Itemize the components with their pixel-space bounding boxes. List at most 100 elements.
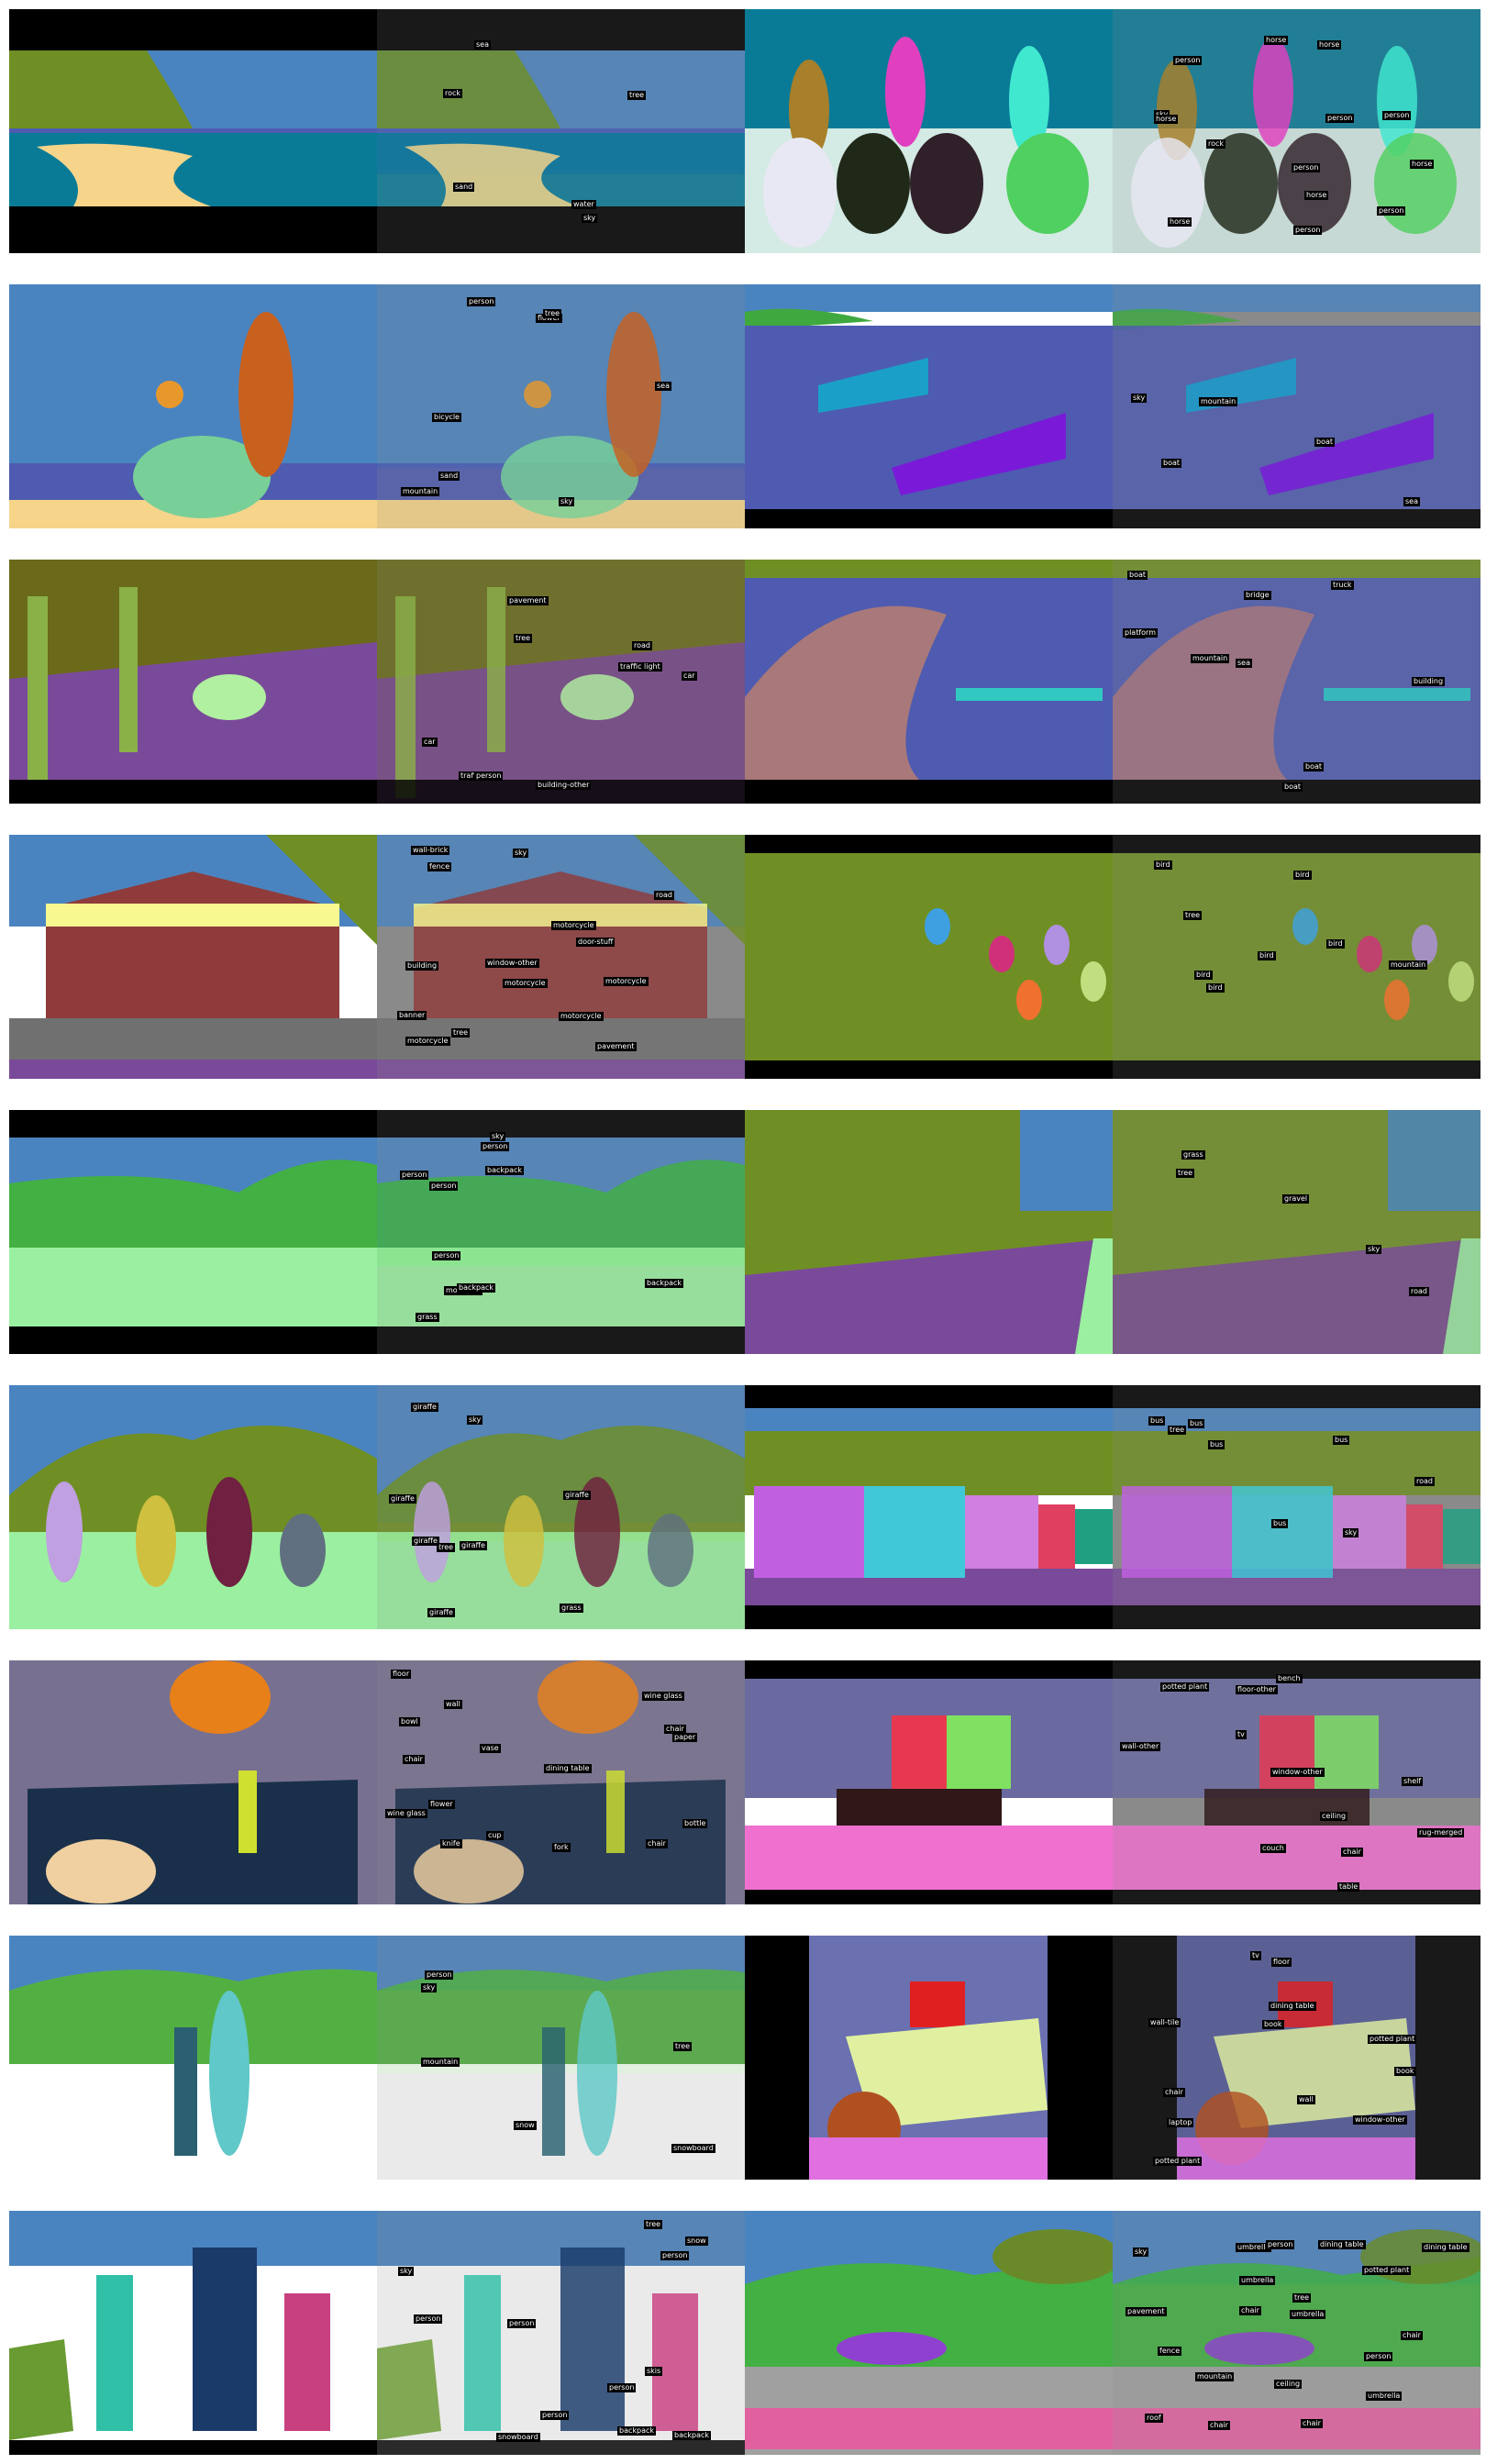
panel-birds-image [745, 835, 1480, 1079]
panel-beach-image [9, 9, 745, 253]
label-tag: potted plant [1153, 2157, 1203, 2166]
segmentation-grid: skyseasandrocktreewaterskyrockpersonpers… [0, 0, 1486, 2464]
label-tag: mountain [1389, 960, 1428, 970]
panel-forest-road: sky tree road gravel grass [745, 1110, 1480, 1354]
overlay-photo [1113, 1936, 1480, 2180]
label-tag: person [1364, 2352, 1393, 2361]
label-tag: traffic light [618, 662, 662, 671]
label-tag: chair [1239, 2306, 1261, 2315]
panel-dining: wall flower chair bottle cup bowl vase wine gla… [9, 1660, 745, 1904]
label-tag: car [422, 738, 438, 747]
panel-street: building-othertraffic lighttraffic light… [9, 560, 745, 804]
label-tag: car [682, 671, 697, 681]
label-tag: chair [646, 1839, 668, 1848]
label-tag: dining table [1318, 2240, 1366, 2249]
label-tag: umbrella [1290, 2310, 1326, 2319]
label-tag: bus [1333, 1436, 1350, 1445]
label-tag: dining table [1422, 2243, 1469, 2252]
label-tag: person [1173, 56, 1203, 65]
label-tag: boat [1127, 571, 1148, 580]
label-tag: wine glass [642, 1692, 684, 1701]
label-tag: sea [1236, 659, 1252, 668]
label-tag: tree [1176, 1169, 1195, 1178]
label-tag: water [571, 200, 596, 209]
segmentation-mask [9, 560, 377, 804]
label-tag: fence [427, 862, 452, 871]
label-tag: rock [1206, 139, 1226, 149]
panel-ships-image [745, 284, 1480, 528]
segmentation-mask [9, 9, 377, 253]
label-tag: motorcycle [405, 1037, 450, 1046]
label-tag: flower [428, 1800, 455, 1809]
label-tag: truck [1331, 581, 1354, 590]
label-tag: horse [1304, 191, 1329, 200]
label-tag: laptop [1167, 2118, 1194, 2127]
label-tag: potted plant [1362, 2266, 1412, 2275]
label-tag: bowl [399, 1717, 420, 1726]
label-tag: skis [645, 2367, 663, 2376]
label-tag: chair [1341, 1848, 1363, 1857]
label-tag: bench [1276, 1674, 1303, 1683]
label-tag: person [1377, 206, 1406, 216]
segmentation-mask [9, 2211, 377, 2455]
label-tag: table [1337, 1882, 1360, 1892]
label-tag: person [1293, 226, 1323, 235]
label-tag: door-stuff [576, 938, 615, 947]
panel-buses-image [745, 1385, 1480, 1629]
label-tag: bus [1188, 1419, 1205, 1428]
label-tag: pavement [595, 1042, 637, 1051]
overlay-photo [1113, 284, 1480, 528]
label-tag: mountain [1199, 397, 1238, 406]
label-tag: chair [1401, 2331, 1423, 2340]
label-tag: wall-other [1120, 1742, 1161, 1751]
panel-bicycle: skypersonflowerbicycleseatreesandmountai… [9, 284, 745, 528]
label-tag: wall-brick [411, 846, 450, 855]
label-tag: bird [1194, 971, 1213, 980]
label-tag: boat [1282, 782, 1303, 792]
label-tag: window-other [485, 959, 539, 968]
segmentation-mask [9, 1660, 377, 1904]
label-tag: person [1266, 2240, 1295, 2249]
label-tag: giraffe [411, 1403, 438, 1412]
panel-office: wall potted plant window-other tv book book la… [745, 1936, 1480, 2180]
panel-snowboard-image [9, 1936, 745, 2180]
label-tag: grass [1181, 1150, 1205, 1160]
label-tag: person [467, 297, 496, 306]
overlay-photo [377, 1660, 745, 1904]
label-tag: road [1409, 1287, 1429, 1296]
label-tag: person [1325, 114, 1355, 123]
label-tag: bird [1206, 983, 1225, 993]
label-tag: chair [664, 1725, 686, 1734]
label-tag: horse [1317, 40, 1342, 50]
label-tag: motorcycle [503, 979, 548, 988]
label-tag: bird [1258, 951, 1276, 960]
label-tag: person [400, 1171, 429, 1180]
label-tag: road [654, 891, 674, 900]
panel-skiers: sky person person person person skis backpack s… [9, 2211, 745, 2455]
label-tag: horse [1168, 217, 1192, 227]
label-tag: pavement [1126, 2307, 1167, 2316]
label-tag: giraffe [389, 1494, 416, 1504]
label-tag: sky [582, 214, 598, 223]
label-tag: giraffe [412, 1537, 439, 1546]
label-tag: sand [453, 183, 475, 192]
label-tag: fork [552, 1843, 571, 1852]
label-tag: floor [391, 1670, 412, 1679]
label-tag: platform [1123, 628, 1158, 638]
label-tag: banner [397, 1011, 427, 1020]
label-tag: chair [403, 1755, 425, 1764]
segmentation-mask [9, 835, 377, 1079]
panel-bridge-image [745, 560, 1480, 804]
label-tag: bird [1154, 860, 1172, 870]
label-tag: book [1394, 2067, 1416, 2076]
label-tag: tree [1183, 911, 1203, 920]
label-tag: chair [1208, 2421, 1230, 2430]
label-tag: bird [1326, 939, 1345, 949]
panel-giraffes: sky tree giraffe giraffe giraffe giraffe giraf… [9, 1385, 745, 1629]
panel-forest-road-image [745, 1110, 1480, 1354]
panel-giraffes-image [9, 1385, 745, 1629]
label-tag: sea [474, 40, 491, 50]
segmentation-mask [745, 1936, 1113, 2180]
label-tag: backpack [672, 2431, 712, 2440]
label-tag: mountain [1191, 654, 1230, 663]
